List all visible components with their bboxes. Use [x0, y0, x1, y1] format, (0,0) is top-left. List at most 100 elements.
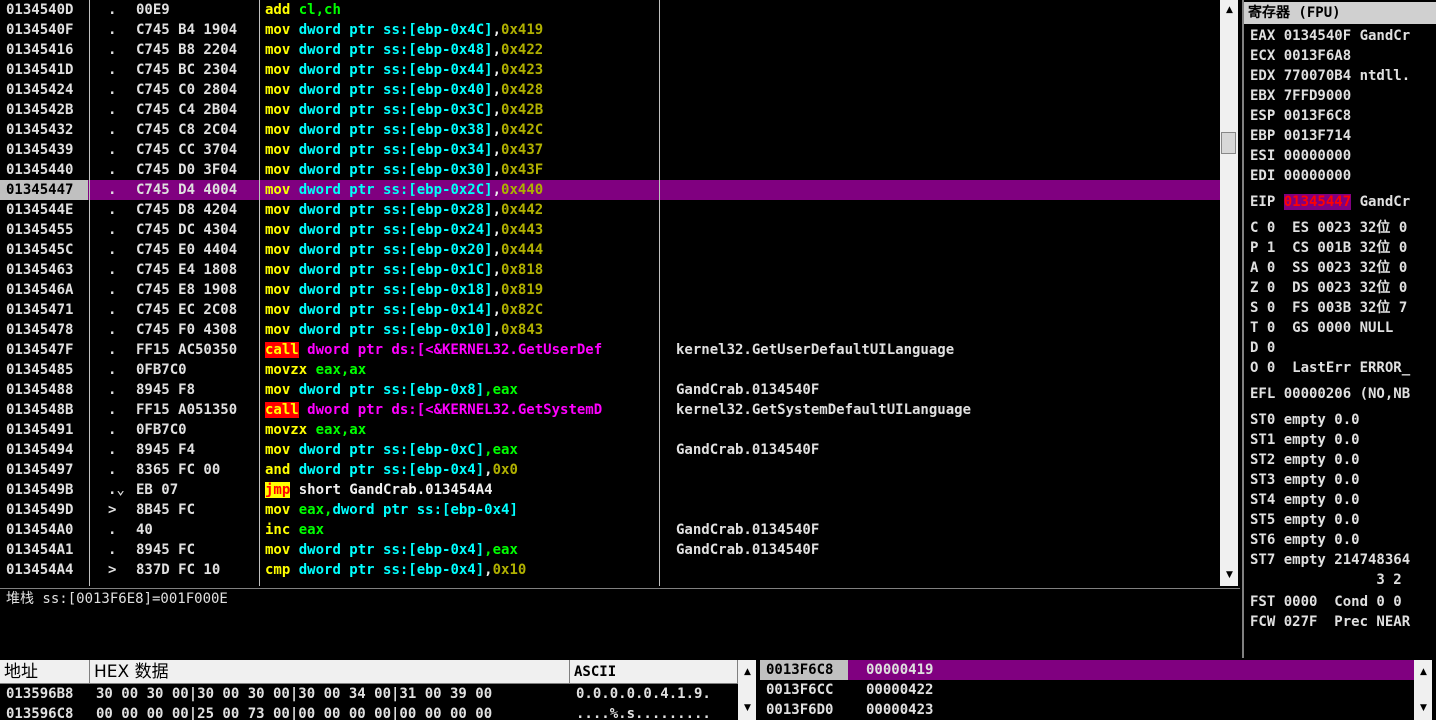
- dump-row[interactable]: 013596B8 30 00 30 00|30 00 30 00|30 00 34…: [0, 684, 738, 704]
- disasm-col-divider[interactable]: [659, 0, 660, 586]
- disasm-instruction[interactable]: mov dword ptr ss:[ebp-0x30],0x43F: [265, 160, 659, 180]
- disasm-instruction[interactable]: mov dword ptr ss:[ebp-0x1C],0x818: [265, 260, 659, 280]
- disasm-instruction[interactable]: call dword ptr ds:[<&KERNEL32.GetUserDef: [265, 340, 659, 360]
- disasm-row[interactable]: 0134547F. FF15 AC50350 call dword ptr ds:[…: [0, 340, 1220, 360]
- register-row[interactable]: O 0 LastErr ERROR_: [1250, 358, 1436, 378]
- register-row[interactable]: A 0 SS 0023 32位 0: [1250, 258, 1436, 278]
- dump-address[interactable]: 013596B8: [6, 684, 73, 704]
- disasm-row[interactable]: 01345488. 8945 F8 mov dword ptr ss:[ebp-0x…: [0, 380, 1220, 400]
- stack-row[interactable]: 0013F6CC 00000422: [760, 680, 1414, 700]
- disasm-instruction[interactable]: mov dword ptr ss:[ebp-0x4],eax: [265, 540, 659, 560]
- disasm-address[interactable]: 0134545C: [6, 240, 88, 260]
- dump-address[interactable]: 013596C8: [6, 704, 73, 720]
- disasm-instruction[interactable]: movzx eax,ax: [265, 360, 659, 380]
- register-row[interactable]: T 0 GS 0000 NULL: [1250, 318, 1436, 338]
- disasm-row[interactable]: 0134549B .⌄ EB 07 jmp short GandCrab.013454…: [0, 480, 1220, 500]
- register-row[interactable]: ST2 empty 0.0: [1250, 450, 1436, 470]
- scroll-up-icon[interactable]: ▲: [739, 664, 756, 681]
- disasm-instruction[interactable]: mov dword ptr ss:[ebp-0x14],0x82C: [265, 300, 659, 320]
- disasm-address[interactable]: 01345447: [0, 180, 88, 200]
- register-row[interactable]: EBX 7FFD9000: [1250, 86, 1436, 106]
- disasm-row[interactable]: 0134540D. 00E9 add cl,ch: [0, 0, 1220, 20]
- disasm-address[interactable]: 0134547F: [6, 340, 88, 360]
- disasm-row[interactable]: 01345471. C745 EC 2C08 mov dword ptr ss:[e…: [0, 300, 1220, 320]
- register-row[interactable]: ST1 empty 0.0: [1250, 430, 1436, 450]
- disasm-instruction[interactable]: mov dword ptr ss:[ebp-0x24],0x443: [265, 220, 659, 240]
- disasm-address[interactable]: 0134541D: [6, 60, 88, 80]
- dump-row[interactable]: 013596C8 00 00 00 00|25 00 73 00|00 00 00…: [0, 704, 738, 720]
- dump-header-hex[interactable]: HEX 数据: [90, 660, 570, 684]
- disasm-row[interactable]: 01345447. C745 D4 4004 mov dword ptr ss:[e…: [0, 180, 1220, 200]
- disasm-instruction[interactable]: mov dword ptr ss:[ebp-0x20],0x444: [265, 240, 659, 260]
- scroll-up-icon[interactable]: ▲: [1415, 664, 1432, 681]
- disasm-address[interactable]: 013454A0: [6, 520, 88, 540]
- disasm-row[interactable]: 0134541D. C745 BC 2304 mov dword ptr ss:[e…: [0, 60, 1220, 80]
- register-row[interactable]: S 0 FS 003B 32位 7: [1250, 298, 1436, 318]
- disasm-address[interactable]: 013454A4: [6, 560, 88, 580]
- dump-scrollbar[interactable]: ▲ ▼: [738, 660, 756, 720]
- disasm-address[interactable]: 0134544E: [6, 200, 88, 220]
- register-row[interactable]: P 1 CS 001B 32位 0: [1250, 238, 1436, 258]
- disasm-instruction[interactable]: and dword ptr ss:[ebp-0x4],0x0: [265, 460, 659, 480]
- dump-hex[interactable]: 30 00 30 00|30 00 30 00|30 00 34 00|31 0…: [96, 684, 492, 704]
- disasm-row[interactable]: 01345416. C745 B8 2204 mov dword ptr ss:[e…: [0, 40, 1220, 60]
- stack-row[interactable]: 0013F6C8 00000419: [760, 660, 1414, 680]
- disasm-row[interactable]: 01345497. 8365 FC 00 and dword ptr ss:[ebp…: [0, 460, 1220, 480]
- scroll-down-icon[interactable]: ▼: [1415, 700, 1432, 717]
- register-row[interactable]: ST5 empty 0.0: [1250, 510, 1436, 530]
- disasm-address[interactable]: 0134549B: [6, 480, 88, 500]
- disasm-row[interactable]: 0134544E. C745 D8 4204 mov dword ptr ss:[e…: [0, 200, 1220, 220]
- register-row[interactable]: ST7 empty 214748364: [1250, 550, 1436, 570]
- disasm-scrollbar[interactable]: ▲ ▼: [1220, 0, 1238, 586]
- register-row[interactable]: ESI 00000000: [1250, 146, 1436, 166]
- disasm-address[interactable]: 01345439: [6, 140, 88, 160]
- disasm-address[interactable]: 01345432: [6, 120, 88, 140]
- disasm-instruction[interactable]: call dword ptr ds:[<&KERNEL32.GetSystemD: [265, 400, 659, 420]
- disasm-row[interactable]: 013454A0. 40 inc eax GandCrab.0134540F: [0, 520, 1220, 540]
- register-row[interactable]: Z 0 DS 0023 32位 0: [1250, 278, 1436, 298]
- stack-address[interactable]: 0013F6C8: [760, 660, 848, 680]
- disasm-instruction[interactable]: mov dword ptr ss:[ebp-0x44],0x423: [265, 60, 659, 80]
- eip-value[interactable]: 01345447: [1283, 194, 1352, 210]
- disasm-instruction[interactable]: mov dword ptr ss:[ebp-0x3C],0x42B: [265, 100, 659, 120]
- disasm-address[interactable]: 01345494: [6, 440, 88, 460]
- disasm-address[interactable]: 0134549D: [6, 500, 88, 520]
- disasm-row[interactable]: 013454A4 >837D FC 10 cmp dword ptr ss:[ebp…: [0, 560, 1220, 580]
- register-row[interactable]: C 0 ES 0023 32位 0: [1250, 218, 1436, 238]
- disasm-row[interactable]: 0134546A. C745 E8 1908 mov dword ptr ss:[e…: [0, 280, 1220, 300]
- dump-header-ascii[interactable]: ASCII: [570, 660, 738, 684]
- register-row[interactable]: EDI 00000000: [1250, 166, 1436, 186]
- disasm-row[interactable]: 0134542B. C745 C4 2B04 mov dword ptr ss:[e…: [0, 100, 1220, 120]
- disasm-instruction[interactable]: mov dword ptr ss:[ebp-0x40],0x428: [265, 80, 659, 100]
- disasm-address[interactable]: 0134540F: [6, 20, 88, 40]
- stack-address[interactable]: 0013F6CC: [760, 680, 848, 700]
- stack-scrollbar[interactable]: ▲ ▼: [1414, 660, 1432, 720]
- register-row[interactable]: ST3 empty 0.0: [1250, 470, 1436, 490]
- disasm-instruction[interactable]: add cl,ch: [265, 0, 659, 20]
- disasm-row[interactable]: 0134545C. C745 E0 4404 mov dword ptr ss:[e…: [0, 240, 1220, 260]
- register-row[interactable]: ST0 empty 0.0: [1250, 410, 1436, 430]
- disasm-address[interactable]: 01345478: [6, 320, 88, 340]
- register-row[interactable]: D 0: [1250, 338, 1436, 358]
- disasm-address[interactable]: 01345488: [6, 380, 88, 400]
- disasm-address[interactable]: 0134546A: [6, 280, 88, 300]
- disasm-row[interactable]: 013454A1. 8945 FC mov dword ptr ss:[ebp-0x…: [0, 540, 1220, 560]
- disasm-address[interactable]: 013454A1: [6, 540, 88, 560]
- disasm-col-divider[interactable]: [259, 0, 260, 586]
- stack-value[interactable]: 00000419: [866, 660, 933, 680]
- dump-header-address[interactable]: 地址: [0, 660, 90, 684]
- disasm-address[interactable]: 01345424: [6, 80, 88, 100]
- register-row[interactable]: FST 0000 Cond 0 0: [1250, 592, 1436, 612]
- disasm-instruction[interactable]: mov dword ptr ss:[ebp-0x18],0x819: [265, 280, 659, 300]
- disasm-instruction[interactable]: cmp dword ptr ss:[ebp-0x4],0x10: [265, 560, 659, 580]
- disasm-instruction[interactable]: jmp short GandCrab.013454A4: [265, 480, 659, 500]
- disasm-row[interactable]: 01345455. C745 DC 4304 mov dword ptr ss:[e…: [0, 220, 1220, 240]
- disasm-row[interactable]: 01345432. C745 C8 2C04 mov dword ptr ss:[e…: [0, 120, 1220, 140]
- disasm-row[interactable]: 01345485. 0FB7C0 movzx eax,ax: [0, 360, 1220, 380]
- disasm-row[interactable]: 01345440. C745 D0 3F04 mov dword ptr ss:[e…: [0, 160, 1220, 180]
- disasm-row[interactable]: 01345439. C745 CC 3704 mov dword ptr ss:[e…: [0, 140, 1220, 160]
- disasm-instruction[interactable]: mov dword ptr ss:[ebp-0x38],0x42C: [265, 120, 659, 140]
- disasm-row[interactable]: 01345494. 8945 F4 mov dword ptr ss:[ebp-0x…: [0, 440, 1220, 460]
- disasm-col-divider[interactable]: [89, 0, 90, 586]
- register-row[interactable]: ECX 0013F6A8: [1250, 46, 1436, 66]
